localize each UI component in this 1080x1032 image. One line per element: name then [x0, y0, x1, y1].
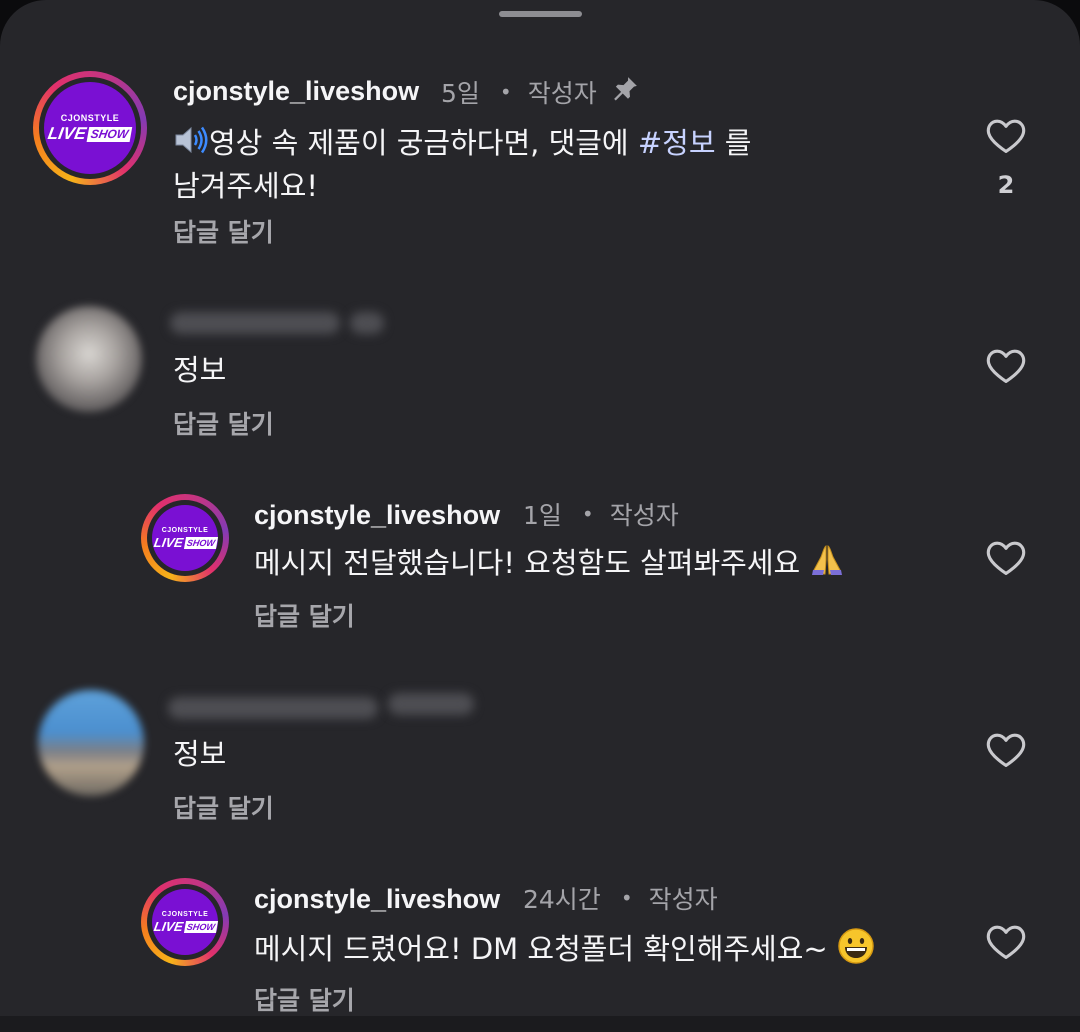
- comment-meta: 1일 • 작성자: [523, 496, 679, 532]
- comment-time: 5일: [441, 79, 480, 108]
- separator-dot: •: [581, 502, 594, 526]
- pin-icon: [609, 74, 641, 110]
- blurred-username: [168, 697, 378, 719]
- heart-icon: [986, 733, 1026, 767]
- like-button[interactable]: [985, 346, 1027, 384]
- brand-logo: CJONSTYLE LIVE SHOW: [152, 505, 218, 571]
- comments-sheet: CJONSTYLE LIVE SHOW cjonstyle_liveshow 5일…: [0, 0, 1080, 1032]
- speaker-icon: [173, 124, 209, 166]
- comment-text: 메시지 전달했습니다! 요청함도 살펴봐주세요: [254, 543, 845, 587]
- blurred-time: [388, 693, 474, 715]
- reply-button[interactable]: 답글 달기: [173, 789, 274, 825]
- like-button[interactable]: [985, 922, 1027, 960]
- praying-hands-emoji: [809, 543, 845, 587]
- avatar[interactable]: [38, 690, 144, 796]
- blurred-username: [170, 312, 340, 334]
- comment-meta: 5일 • 작성자: [441, 74, 641, 110]
- comment-time: 1일: [523, 501, 562, 530]
- author-badge: 작성자: [609, 501, 679, 530]
- comment-text: 영상 속 제품이 궁금하다면, 댓글에 #정보 를 남겨주세요!: [173, 124, 752, 203]
- like-button[interactable]: [985, 116, 1027, 154]
- like-button[interactable]: [985, 730, 1027, 768]
- bottom-bar: [0, 1016, 1080, 1032]
- grinning-face-emoji: [837, 927, 875, 975]
- comment-username[interactable]: cjonstyle_liveshow: [254, 500, 500, 531]
- drag-handle[interactable]: [499, 11, 582, 17]
- avatar[interactable]: CJONSTYLE LIVE SHOW: [141, 494, 229, 582]
- author-badge: 작성자: [648, 885, 718, 914]
- separator-dot: •: [620, 886, 633, 910]
- blurred-time: [350, 312, 384, 334]
- avatar[interactable]: CJONSTYLE LIVE SHOW: [141, 878, 229, 966]
- reply-button[interactable]: 답글 달기: [173, 405, 274, 441]
- heart-icon: [986, 349, 1026, 383]
- comment-username[interactable]: cjonstyle_liveshow: [173, 76, 419, 107]
- like-count: 2: [997, 171, 1015, 199]
- heart-icon: [986, 925, 1026, 959]
- brand-logo: CJONSTYLE LIVE SHOW: [152, 889, 218, 955]
- comment-text: 메시지 드렸어요! DM 요청폴더 확인해주세요~: [254, 927, 875, 975]
- avatar[interactable]: CJONSTYLE LIVE SHOW: [33, 71, 147, 185]
- avatar[interactable]: [36, 306, 142, 412]
- comment-text: 정보: [173, 737, 227, 771]
- comment-time: 24시간: [523, 885, 601, 914]
- hashtag-link[interactable]: #정보: [638, 126, 716, 160]
- like-button[interactable]: [985, 538, 1027, 576]
- author-badge: 작성자: [527, 79, 597, 108]
- comment-text: 정보: [173, 353, 227, 387]
- comment-meta: 24시간 • 작성자: [523, 880, 718, 916]
- reply-button[interactable]: 답글 달기: [173, 213, 274, 249]
- reply-button[interactable]: 답글 달기: [254, 597, 355, 633]
- comment-username[interactable]: cjonstyle_liveshow: [254, 884, 500, 915]
- reply-button[interactable]: 답글 달기: [254, 981, 355, 1017]
- heart-icon: [986, 541, 1026, 575]
- heart-icon: [986, 119, 1026, 153]
- brand-logo: CJONSTYLE LIVE SHOW: [44, 82, 136, 174]
- separator-dot: •: [499, 80, 512, 104]
